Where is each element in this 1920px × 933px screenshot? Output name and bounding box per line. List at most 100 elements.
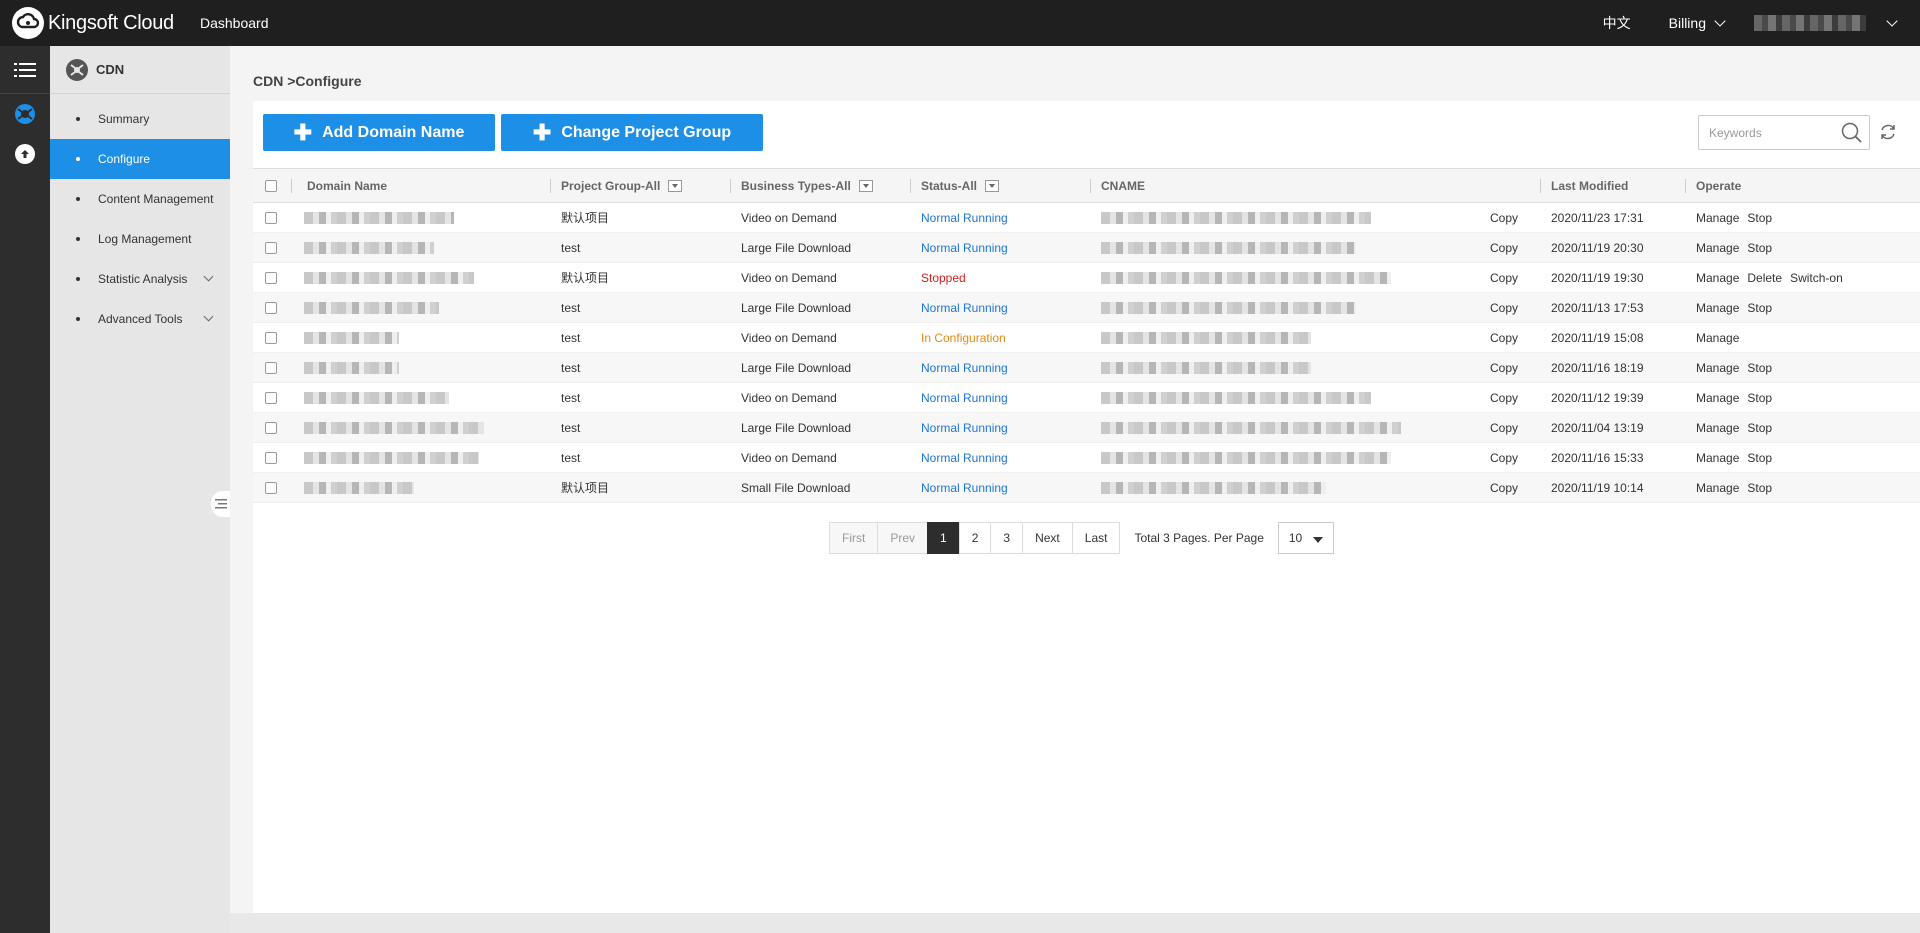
manage-link[interactable]: Manage — [1696, 331, 1739, 345]
domain-name-redacted[interactable] — [304, 392, 449, 405]
row-checkbox[interactable] — [265, 482, 277, 495]
filter-dropdown-icon[interactable] — [985, 179, 1000, 192]
domain-name-redacted[interactable] — [304, 302, 439, 315]
row-checkbox[interactable] — [265, 332, 277, 345]
copy-link[interactable]: Copy — [1490, 391, 1518, 405]
domain-name-redacted[interactable] — [304, 362, 399, 375]
copy-link[interactable]: Copy — [1490, 361, 1518, 375]
per-page-select[interactable]: 10 — [1277, 522, 1334, 554]
delete-link[interactable]: Delete — [1747, 271, 1782, 285]
chevron-down-icon — [1714, 15, 1726, 27]
manage-link[interactable]: Manage — [1696, 241, 1739, 255]
row-checkbox[interactable] — [265, 362, 277, 375]
stop-link[interactable]: Stop — [1747, 451, 1772, 465]
table-body: 默认项目 Video on Demand Normal Running Copy 202… — [253, 202, 1920, 503]
manage-link[interactable]: Manage — [1696, 271, 1739, 285]
switch-on-link[interactable]: Switch-on — [1790, 271, 1843, 285]
domain-name-redacted[interactable] — [304, 272, 474, 285]
page-3-button[interactable]: 3 — [990, 522, 1024, 554]
domain-name-redacted[interactable] — [304, 212, 454, 225]
domain-name-redacted[interactable] — [304, 332, 399, 345]
collapse-sidebar-icon[interactable] — [211, 491, 231, 517]
stop-link[interactable]: Stop — [1747, 481, 1772, 495]
page-last-button[interactable]: Last — [1071, 522, 1121, 554]
col-cname-label: CNAME — [1101, 178, 1145, 193]
manage-link[interactable]: Manage — [1696, 451, 1739, 465]
billing-menu[interactable]: Billing — [1669, 15, 1726, 31]
cname-cell: Copy — [1090, 202, 1540, 233]
filter-dropdown-icon[interactable] — [858, 179, 873, 192]
filter-dropdown-icon[interactable] — [668, 179, 683, 192]
stop-link[interactable]: Stop — [1747, 421, 1772, 435]
copy-link[interactable]: Copy — [1490, 241, 1518, 255]
page-first-button[interactable]: First — [829, 522, 879, 554]
refresh-icon[interactable] — [1878, 122, 1898, 145]
search-input[interactable] — [1699, 116, 1829, 149]
copy-link[interactable]: Copy — [1490, 331, 1518, 345]
row-checkbox[interactable] — [265, 452, 277, 465]
copy-link[interactable]: Copy — [1490, 481, 1518, 495]
copy-link[interactable]: Copy — [1490, 271, 1518, 285]
operate-cell: Manage Stop — [1685, 412, 1920, 443]
sidebar-item-content-management[interactable]: Content Management — [50, 179, 230, 219]
stop-link[interactable]: Stop — [1747, 241, 1772, 255]
stop-link[interactable]: Stop — [1747, 211, 1772, 225]
sidebar-item-statistic-analysis[interactable]: Statistic Analysis — [50, 259, 230, 299]
sidebar-item-configure[interactable]: Configure — [50, 139, 230, 179]
domain-cell — [293, 412, 550, 443]
modified-cell: 2020/11/13 17:53 — [1540, 292, 1685, 323]
stop-link[interactable]: Stop — [1747, 391, 1772, 405]
copy-link[interactable]: Copy — [1490, 421, 1518, 435]
table-row: 默认项目 Video on Demand Normal Running Copy 202… — [253, 202, 1920, 233]
status-cell: Normal Running — [910, 202, 1090, 233]
domain-name-redacted[interactable] — [304, 482, 414, 495]
chevron-down-icon[interactable] — [1886, 15, 1898, 27]
operate-cell: Manage Stop — [1685, 232, 1920, 263]
page-prev-button[interactable]: Prev — [877, 522, 929, 554]
menu-icon[interactable] — [0, 46, 50, 94]
status-cell: Normal Running — [910, 232, 1090, 263]
brand-logo[interactable]: Kingsoft Cloud — [12, 7, 188, 39]
row-checkbox[interactable] — [265, 242, 277, 255]
cdn-icon[interactable] — [0, 94, 50, 134]
row-checkbox[interactable] — [265, 302, 277, 315]
manage-link[interactable]: Manage — [1696, 361, 1739, 375]
language-switch[interactable]: 中文 — [1603, 13, 1631, 33]
manage-link[interactable]: Manage — [1696, 481, 1739, 495]
sidebar-item-log-management[interactable]: Log Management — [50, 219, 230, 259]
row-checkbox[interactable] — [265, 392, 277, 405]
manage-link[interactable]: Manage — [1696, 421, 1739, 435]
domain-name-redacted[interactable] — [304, 452, 479, 465]
project-cell: test — [550, 292, 730, 323]
status-cell: Normal Running — [910, 382, 1090, 413]
row-checkbox[interactable] — [265, 422, 277, 435]
select-all-checkbox[interactable] — [265, 179, 277, 192]
domain-name-redacted[interactable] — [304, 242, 434, 255]
page-1-button[interactable]: 1 — [927, 522, 960, 554]
domain-name-redacted[interactable] — [304, 422, 484, 435]
row-checkbox[interactable] — [265, 212, 277, 225]
row-checkbox[interactable] — [265, 272, 277, 285]
copy-link[interactable]: Copy — [1490, 301, 1518, 315]
col-cname: CNAME — [1090, 168, 1540, 203]
stop-link[interactable]: Stop — [1747, 301, 1772, 315]
stop-link[interactable]: Stop — [1747, 361, 1772, 375]
table-header-row: Domain Name Project Group-All Business T… — [253, 168, 1920, 203]
copy-link[interactable]: Copy — [1490, 451, 1518, 465]
search-icon[interactable] — [1841, 122, 1863, 147]
sidebar-item-summary[interactable]: Summary — [50, 99, 230, 139]
change-project-group-button[interactable]: ✚ Change Project Group — [501, 114, 763, 151]
copy-link[interactable]: Copy — [1490, 211, 1518, 225]
manage-link[interactable]: Manage — [1696, 391, 1739, 405]
page-next-button[interactable]: Next — [1022, 522, 1073, 554]
cloud-upload-icon[interactable] — [0, 134, 50, 174]
business-cell: Large File Download — [730, 292, 910, 323]
operate-cell: Manage Stop — [1685, 382, 1920, 413]
manage-link[interactable]: Manage — [1696, 211, 1739, 225]
manage-link[interactable]: Manage — [1696, 301, 1739, 315]
page-2-button[interactable]: 2 — [958, 522, 992, 554]
dashboard-link[interactable]: Dashboard — [200, 15, 269, 31]
user-account-name[interactable] — [1754, 15, 1866, 31]
sidebar-item-advanced-tools[interactable]: Advanced Tools — [50, 299, 230, 339]
add-domain-button[interactable]: ✚ Add Domain Name — [263, 114, 495, 151]
